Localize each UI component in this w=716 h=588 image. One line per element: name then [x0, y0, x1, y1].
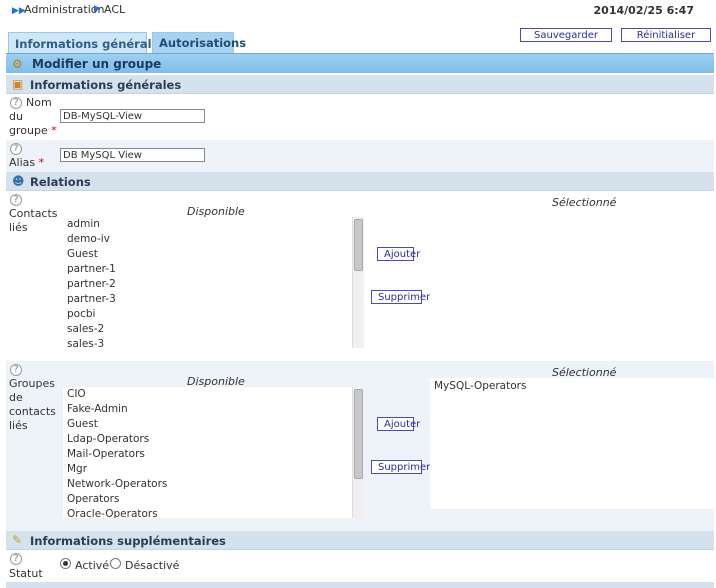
required-mark: *	[38, 156, 45, 169]
list-item[interactable]: admin	[63, 217, 364, 232]
breadcrumb-acl[interactable]: ACL	[104, 3, 125, 16]
groups-remove-button[interactable]: Supprimer	[371, 460, 430, 474]
edit-group-icon: ⚙	[12, 57, 23, 71]
list-item[interactable]: Mgr	[63, 462, 364, 477]
list-item[interactable]: MySQL-Operators	[430, 379, 714, 394]
scrollbar-thumb[interactable]	[354, 389, 363, 479]
contacts-add-button[interactable]: Ajouter	[377, 247, 420, 261]
contacts-available-list[interactable]: admin demo-iv Guest partner-1 partner-2 …	[63, 217, 364, 348]
name-label-line-2: du	[9, 110, 23, 123]
list-item[interactable]: Oracle-Operators	[63, 507, 364, 518]
name-label-line-3-wrap: groupe *	[9, 125, 57, 137]
alias-row: ? Alias *	[6, 140, 714, 172]
tab-general-information[interactable]: Informations générales	[8, 32, 166, 54]
list-item[interactable]: Operators	[63, 492, 364, 507]
breadcrumb-arrow-icon: ▶▶	[12, 6, 26, 16]
scrollbar-thumb[interactable]	[354, 219, 363, 271]
status-label: Statut	[9, 567, 43, 580]
save-button[interactable]: Sauvegarder	[520, 28, 612, 42]
name-label-line-1: Nom	[26, 96, 52, 109]
contact-groups-row: ? Groupes de contacts liés Disponible CI…	[6, 361, 714, 531]
section-relations-title: Relations	[30, 175, 91, 189]
list-item[interactable]: CIO	[63, 387, 364, 402]
section-additional-title: Informations supplémentaires	[30, 534, 226, 548]
contacts-label-line-2: liés	[9, 221, 28, 234]
list-item[interactable]: partner-2	[63, 277, 364, 292]
group-name-input[interactable]	[60, 109, 205, 123]
list-item[interactable]: Mail-Operators	[63, 447, 364, 462]
contacts-label-line-1: Contacts	[9, 207, 58, 220]
form-header: ⚙ Modifier un groupe	[6, 53, 714, 73]
name-row: ? Nom du groupe *	[6, 94, 714, 140]
current-datetime: 2014/02/25 6:47	[593, 4, 694, 17]
contacts-selected-list[interactable]	[430, 208, 714, 339]
alias-label-wrap: Alias *	[9, 157, 44, 169]
alias-label: Alias	[9, 156, 36, 169]
name-label-line-3: groupe	[9, 124, 48, 137]
status-enabled-label[interactable]: Activé	[75, 560, 109, 572]
list-item[interactable]: pocbi	[63, 307, 364, 322]
required-mark: *	[51, 124, 57, 137]
breadcrumb-administration[interactable]: Administration	[24, 3, 105, 16]
list-item[interactable]: sales-3	[63, 337, 364, 348]
groups-selected-list[interactable]: MySQL-Operators	[430, 378, 714, 509]
section-general-title: Informations générales	[30, 78, 182, 92]
breadcrumb-separator-icon: ▶	[94, 4, 101, 14]
list-item[interactable]: demo-iv	[63, 232, 364, 247]
section-general-header: ▣ Informations générales	[6, 75, 714, 94]
list-item[interactable]: Network-Operators	[63, 477, 364, 492]
list-item[interactable]: Guest	[63, 247, 364, 262]
note-icon: ✎	[12, 533, 23, 547]
help-icon[interactable]: ?	[10, 143, 22, 155]
status-row: ? Statut Activé Désactivé	[6, 550, 714, 582]
status-disabled-radio[interactable]	[110, 558, 121, 569]
list-item[interactable]: Guest	[63, 417, 364, 432]
footer-bar	[6, 582, 714, 588]
list-item[interactable]: Fake-Admin	[63, 402, 364, 417]
top-bar: ▶▶ Administration ▶ ACL 2014/02/25 6:47	[0, 0, 716, 22]
groups-label-line-3: contacts	[9, 405, 56, 418]
groups-label-line-2: de	[9, 391, 23, 404]
contacts-remove-button[interactable]: Supprimer	[371, 290, 430, 304]
section-additional-header: ✎ Informations supplémentaires	[6, 531, 714, 550]
groups-label-line-1: Groupes	[9, 377, 55, 390]
status-enabled-radio[interactable]	[60, 558, 71, 569]
users-icon: ☻	[12, 174, 25, 188]
help-icon[interactable]: ?	[10, 194, 22, 206]
help-icon[interactable]: ?	[10, 364, 22, 376]
contacts-row: ? Contacts liés Disponible admin demo-iv…	[6, 191, 714, 360]
form-title: Modifier un groupe	[32, 57, 162, 71]
groups-available-list[interactable]: CIO Fake-Admin Guest Ldap-Operators Mail…	[63, 387, 364, 518]
help-icon[interactable]: ?	[10, 97, 22, 109]
tab-authorizations[interactable]: Autorisations	[152, 32, 246, 53]
group-alias-input[interactable]	[60, 148, 205, 162]
groups-scrollbar[interactable]	[352, 387, 364, 518]
status-disabled-label[interactable]: Désactivé	[125, 560, 179, 572]
list-item[interactable]: sales-2	[63, 322, 364, 337]
list-item[interactable]: partner-3	[63, 292, 364, 307]
groups-label-line-4: liés	[9, 419, 28, 432]
help-icon[interactable]: ?	[10, 553, 22, 565]
list-item[interactable]: Ldap-Operators	[63, 432, 364, 447]
groups-add-button[interactable]: Ajouter	[377, 417, 420, 431]
list-item[interactable]: partner-1	[63, 262, 364, 277]
document-icon: ▣	[12, 77, 24, 91]
contacts-scrollbar[interactable]	[352, 217, 364, 348]
reset-button[interactable]: Réinitialiser	[621, 28, 711, 42]
section-relations-header: ☻ Relations	[6, 172, 714, 191]
